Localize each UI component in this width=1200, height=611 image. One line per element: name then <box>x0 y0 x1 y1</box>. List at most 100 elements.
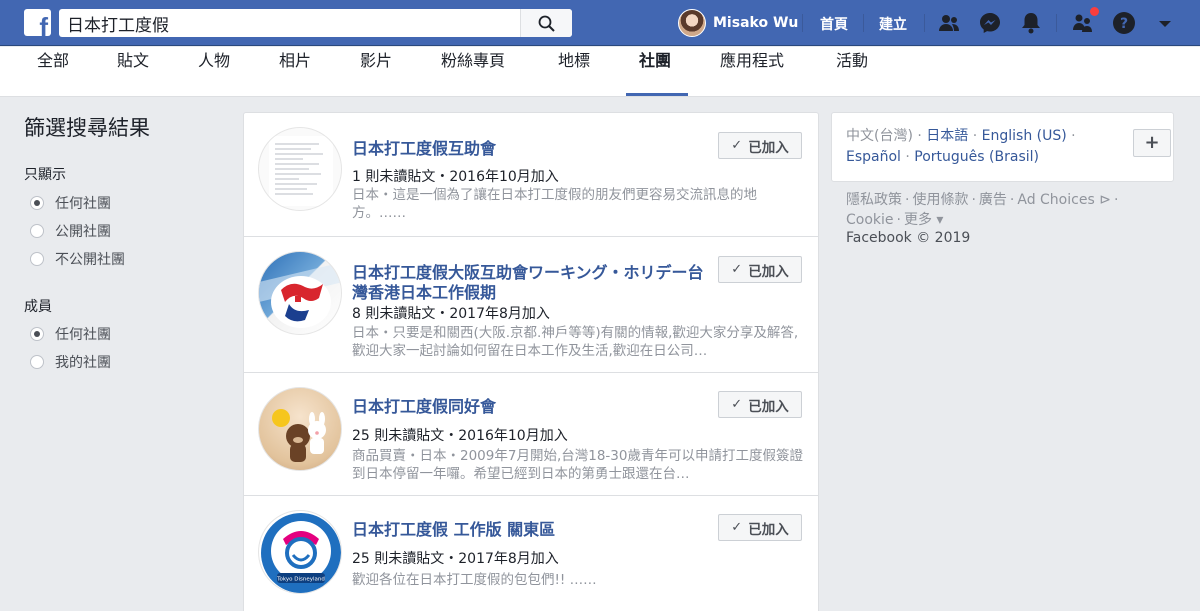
tab-groups[interactable]: 社團 <box>639 47 671 97</box>
top-bar: f Misako Wu 首頁 建立 ? <box>0 0 1200 46</box>
footer-link[interactable]: 廣告 <box>979 192 1007 208</box>
group-title-link[interactable]: 日本打工度假大阪互助會ワーキング・ホリデー台灣香港日本工作假期 <box>352 263 704 303</box>
add-language-button[interactable]: + <box>1133 129 1171 157</box>
joined-button-label: 已加入 <box>748 139 789 156</box>
copyright: Facebook © 2019 <box>846 230 971 246</box>
line-friends-toys-icon <box>272 409 326 462</box>
footer-link[interactable]: 隱私政策 <box>846 192 902 208</box>
joined-button[interactable]: ✓ 已加入 <box>718 132 802 159</box>
tab-events[interactable]: 活動 <box>836 47 868 97</box>
footer-link[interactable]: Cookie <box>846 212 894 228</box>
group-meta: 25 則未讀貼文・2017年8月加入 <box>352 551 559 567</box>
tab-videos[interactable]: 影片 <box>360 47 392 97</box>
group-results-list: 日本打工度假互助會 1 則未讀貼文・2016年10月加入 日本・這是一個為了讓在… <box>243 112 819 611</box>
facebook-logo-icon[interactable]: f <box>24 9 51 36</box>
search-icon <box>538 15 555 32</box>
joined-button-label: 已加入 <box>748 398 789 415</box>
create-link[interactable]: 建立 <box>879 14 907 34</box>
group-title-link[interactable]: 日本打工度假同好會 <box>352 397 704 417</box>
radio-any-group[interactable]: 任何社團 <box>30 193 111 213</box>
friend-requests-icon[interactable] <box>937 11 961 35</box>
language-list: 中文(台灣) · 日本語 · English (US) · Español · … <box>846 128 1076 165</box>
group-title-link[interactable]: 日本打工度假 工作版 關東區 <box>352 520 704 540</box>
joined-button-label: 已加入 <box>748 263 789 280</box>
language-link[interactable]: English (US) <box>982 128 1067 144</box>
ad-choices-icon: ⊳ <box>1094 192 1111 208</box>
radio-button[interactable] <box>30 224 44 238</box>
language-selector: 中文(台灣) · 日本語 · English (US) · Español · … <box>831 112 1174 182</box>
tab-apps[interactable]: 應用程式 <box>720 47 784 97</box>
radio-label: 任何社團 <box>55 196 111 212</box>
footer-link[interactable]: 使用條款 <box>912 192 968 208</box>
group-description: 歡迎各位在日本打工度假的包包們!! …… <box>352 572 597 588</box>
joined-button[interactable]: ✓ 已加入 <box>718 256 802 283</box>
tab-posts[interactable]: 貼文 <box>117 47 149 97</box>
filter-title: 篩選搜尋結果 <box>24 116 150 140</box>
group-meta: 8 則未讀貼文・2017年8月加入 <box>352 306 550 322</box>
list-item: 日本打工度假同好會 25 則未讀貼文・2016年10月加入 商品買賣・日本・20… <box>244 373 818 496</box>
radio-my-groups[interactable]: 我的社團 <box>30 352 111 372</box>
radio-button[interactable] <box>30 355 44 369</box>
footer-link[interactable]: 更多 <box>904 212 932 228</box>
home-link[interactable]: 首頁 <box>820 14 848 34</box>
list-item: Tokyo Disneyland 日本打工度假 工作版 關東區 25 則未讀貼文… <box>244 496 818 611</box>
search-button[interactable] <box>520 9 572 37</box>
footer-link[interactable]: Ad Choices <box>1017 192 1094 208</box>
footer-links: 隱私政策 · 使用條款 · 廣告 · Ad Choices ⊳ · Cookie · 更多 ▾ <box>846 192 1119 228</box>
messenger-icon[interactable] <box>978 11 1002 35</box>
tab-all[interactable]: 全部 <box>37 47 69 97</box>
language-link[interactable]: Português (Brasil) <box>914 149 1039 165</box>
svg-text:?: ? <box>1120 16 1128 32</box>
tab-pages[interactable]: 粉絲專頁 <box>441 47 505 97</box>
joined-button[interactable]: ✓ 已加入 <box>718 391 802 418</box>
list-item: 日本打工度假互助會 1 則未讀貼文・2016年10月加入 日本・這是一個為了讓在… <box>244 113 818 237</box>
group-thumbnail[interactable] <box>258 387 342 471</box>
tab-places[interactable]: 地標 <box>558 47 590 97</box>
profile-name: Misako Wu <box>713 15 799 31</box>
list-item: 日本打工度假大阪互助會ワーキング・ホリデー台灣香港日本工作假期 8 則未讀貼文・… <box>244 237 818 373</box>
radio-members-any-group[interactable]: 任何社團 <box>30 324 111 344</box>
tab-photos[interactable]: 相片 <box>279 47 311 97</box>
group-description: 商品買賣・日本・2009年7月開始,台灣18-30歲青年可以申請打工度假簽證到日… <box>352 448 803 482</box>
group-thumbnail[interactable]: Tokyo Disneyland <box>258 510 342 594</box>
festival-photo-icon <box>259 262 341 328</box>
radio-label: 我的社團 <box>55 355 111 371</box>
radio-button-checked[interactable] <box>30 196 44 210</box>
profile-link[interactable]: Misako Wu <box>678 9 798 37</box>
divider <box>863 14 864 32</box>
group-description: 日本・這是一個為了讓在日本打工度假的朋友們更容易交流訊息的地方。…… <box>352 187 757 221</box>
group-thumbnail[interactable] <box>258 127 342 211</box>
account-menu-chevron-icon[interactable] <box>1153 11 1177 35</box>
filter-panel: 篩選搜尋結果 <box>24 112 224 142</box>
checkmark-icon: ✓ <box>731 138 743 153</box>
radio-label: 不公開社團 <box>55 252 125 268</box>
radio-closed-group[interactable]: 不公開社團 <box>30 249 125 269</box>
checkmark-icon: ✓ <box>731 520 743 535</box>
group-title-link[interactable]: 日本打工度假互助會 <box>352 139 704 159</box>
avatar <box>678 9 706 37</box>
radio-label: 任何社團 <box>55 327 111 343</box>
divider <box>924 14 925 32</box>
thumbnail-caption: Tokyo Disneyland <box>276 577 325 583</box>
language-link[interactable]: Español <box>846 149 901 165</box>
group-description: 日本・只要是和關西(大阪.京都.神戶等等)有關的情報,歡迎大家分享及解答,歡迎大… <box>352 325 799 359</box>
joined-button-label: 已加入 <box>748 521 789 538</box>
search-input[interactable] <box>59 9 519 37</box>
divider <box>1056 14 1057 32</box>
caret-down-icon[interactable]: ▾ <box>932 212 943 228</box>
active-tab-indicator <box>626 93 688 96</box>
help-icon[interactable]: ? <box>1112 11 1136 35</box>
radio-public-group[interactable]: 公開社團 <box>30 221 111 241</box>
search-box <box>59 9 572 37</box>
search-tabs: 全部 貼文 人物 相片 影片 粉絲專頁 地標 社團 應用程式 活動 <box>0 47 1200 97</box>
notifications-bell-icon[interactable] <box>1019 11 1043 35</box>
group-thumbnail[interactable] <box>258 251 342 335</box>
language-link[interactable]: 日本語 <box>926 128 968 144</box>
radio-button-checked[interactable] <box>30 327 44 341</box>
group-meta: 1 則未讀貼文・2016年10月加入 <box>352 169 559 185</box>
joined-button[interactable]: ✓ 已加入 <box>718 514 802 541</box>
tab-people[interactable]: 人物 <box>198 47 230 97</box>
radio-button[interactable] <box>30 252 44 266</box>
checkmark-icon: ✓ <box>731 262 743 277</box>
filter-heading-show-only: 只顯示 <box>24 167 66 183</box>
